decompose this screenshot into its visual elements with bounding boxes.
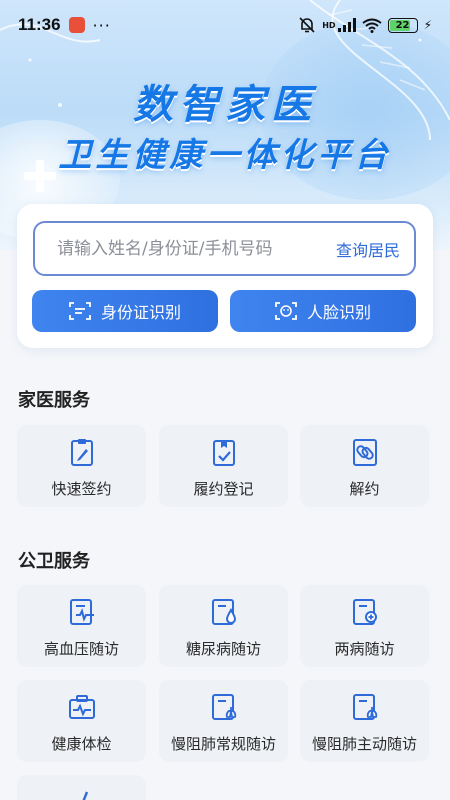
service-label: 高血压随访 — [43, 640, 119, 658]
battery-level: 22 — [395, 19, 410, 31]
service-two-diseases-followup[interactable]: 两病随访 — [300, 585, 429, 667]
clipboard-check-icon — [212, 440, 235, 466]
pen-icon — [82, 791, 88, 800]
service-quick-sign[interactable]: 快速签约 — [17, 425, 146, 507]
service-label: 慢阻肺主动随访 — [311, 735, 417, 753]
plus-doc-icon — [352, 599, 377, 625]
lungs-doc-icon — [211, 694, 236, 720]
wifi-icon — [361, 18, 382, 33]
lungs-doc-icon — [352, 694, 377, 720]
service-copd-routine-followup[interactable]: 慢阻肺常规随访 — [159, 680, 288, 762]
charging-icon: ⚡ — [423, 18, 432, 32]
service-tile-partial[interactable] — [17, 775, 146, 800]
service-label: 糖尿病随访 — [185, 640, 261, 658]
query-resident-button[interactable]: 查询居民 — [336, 237, 400, 261]
face-scan-icon — [275, 302, 297, 320]
service-label: 慢阻肺常规随访 — [170, 735, 276, 753]
face-recognition-button[interactable]: 人脸识别 — [230, 290, 416, 332]
service-label: 解约 — [349, 480, 380, 498]
service-hypertension-followup[interactable]: 高血压随访 — [17, 585, 146, 667]
medical-kit-icon — [68, 695, 95, 719]
clipboard-pen-icon — [70, 439, 93, 466]
service-label: 履约登记 — [193, 480, 254, 498]
service-copd-active-followup[interactable]: 慢阻肺主动随访 — [300, 680, 429, 762]
service-label: 健康体检 — [51, 735, 112, 753]
family-services-title: 家医服务 — [18, 390, 90, 411]
search-card: 查询居民 身份证识别 人脸识别 — [17, 204, 433, 348]
signal-icon — [337, 18, 356, 32]
id-card-recognition-button[interactable]: 身份证识别 — [32, 290, 218, 332]
document-broken-link-icon — [352, 439, 377, 466]
status-bar: 11:36 ··· HD 22 ⚡ — [0, 0, 450, 50]
app-subtitle: 卫生健康一体化平台 — [58, 135, 392, 174]
battery-icon: 22 — [387, 17, 418, 33]
service-performance-registration[interactable]: 履约登记 — [159, 425, 288, 507]
search-input[interactable] — [57, 238, 336, 259]
app-title: 数智家医 — [133, 82, 317, 128]
more-notifications-icon: ··· — [92, 15, 111, 35]
service-label: 两病随访 — [334, 640, 395, 658]
heartbeat-doc-icon — [69, 599, 94, 625]
public-services-title: 公卫服务 — [18, 551, 90, 572]
drop-doc-icon — [211, 599, 236, 625]
face-recognition-label: 人脸识别 — [306, 303, 371, 322]
bell-muted-icon — [299, 17, 315, 33]
status-time: 11:36 — [18, 15, 61, 34]
service-health-checkup[interactable]: 健康体检 — [17, 680, 146, 762]
id-card-recognition-label: 身份证识别 — [100, 303, 181, 322]
service-terminate-contract[interactable]: 解约 — [300, 425, 429, 507]
service-diabetes-followup[interactable]: 糖尿病随访 — [159, 585, 288, 667]
id-card-scan-icon — [69, 302, 91, 320]
network-type-label: HD — [322, 20, 336, 30]
app-notification-icon — [68, 17, 85, 33]
service-label: 快速签约 — [51, 480, 112, 498]
search-box: 查询居民 — [33, 221, 416, 276]
